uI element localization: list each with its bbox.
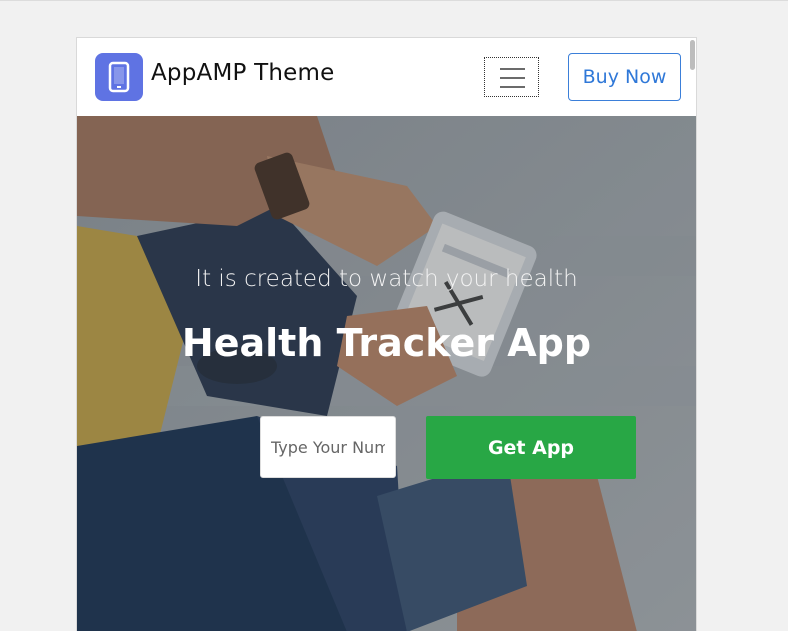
phone-number-input[interactable]: [260, 416, 396, 478]
window-top-border: [0, 0, 788, 1]
hero-overlay: [77, 116, 696, 631]
hamburger-line-icon: [500, 68, 525, 70]
scrollbar-thumb[interactable]: [690, 40, 695, 70]
hamburger-line-icon: [500, 77, 525, 79]
hero-title: Health Tracker App: [181, 321, 592, 365]
buy-now-button[interactable]: Buy Now: [568, 53, 681, 101]
hero-subtitle: It is created to watch your health: [195, 266, 578, 292]
smartphone-icon[interactable]: [95, 53, 143, 101]
browser-viewport: AppAMP Theme Buy Now It is created to wa…: [76, 37, 697, 631]
get-app-button[interactable]: Get App: [426, 416, 636, 479]
brand-name[interactable]: AppAMP Theme: [151, 60, 334, 86]
hamburger-line-icon: [500, 86, 525, 88]
navbar: AppAMP Theme Buy Now: [77, 38, 696, 116]
hero-section: It is created to watch your health Healt…: [77, 116, 696, 631]
hamburger-menu-button[interactable]: [484, 57, 539, 97]
